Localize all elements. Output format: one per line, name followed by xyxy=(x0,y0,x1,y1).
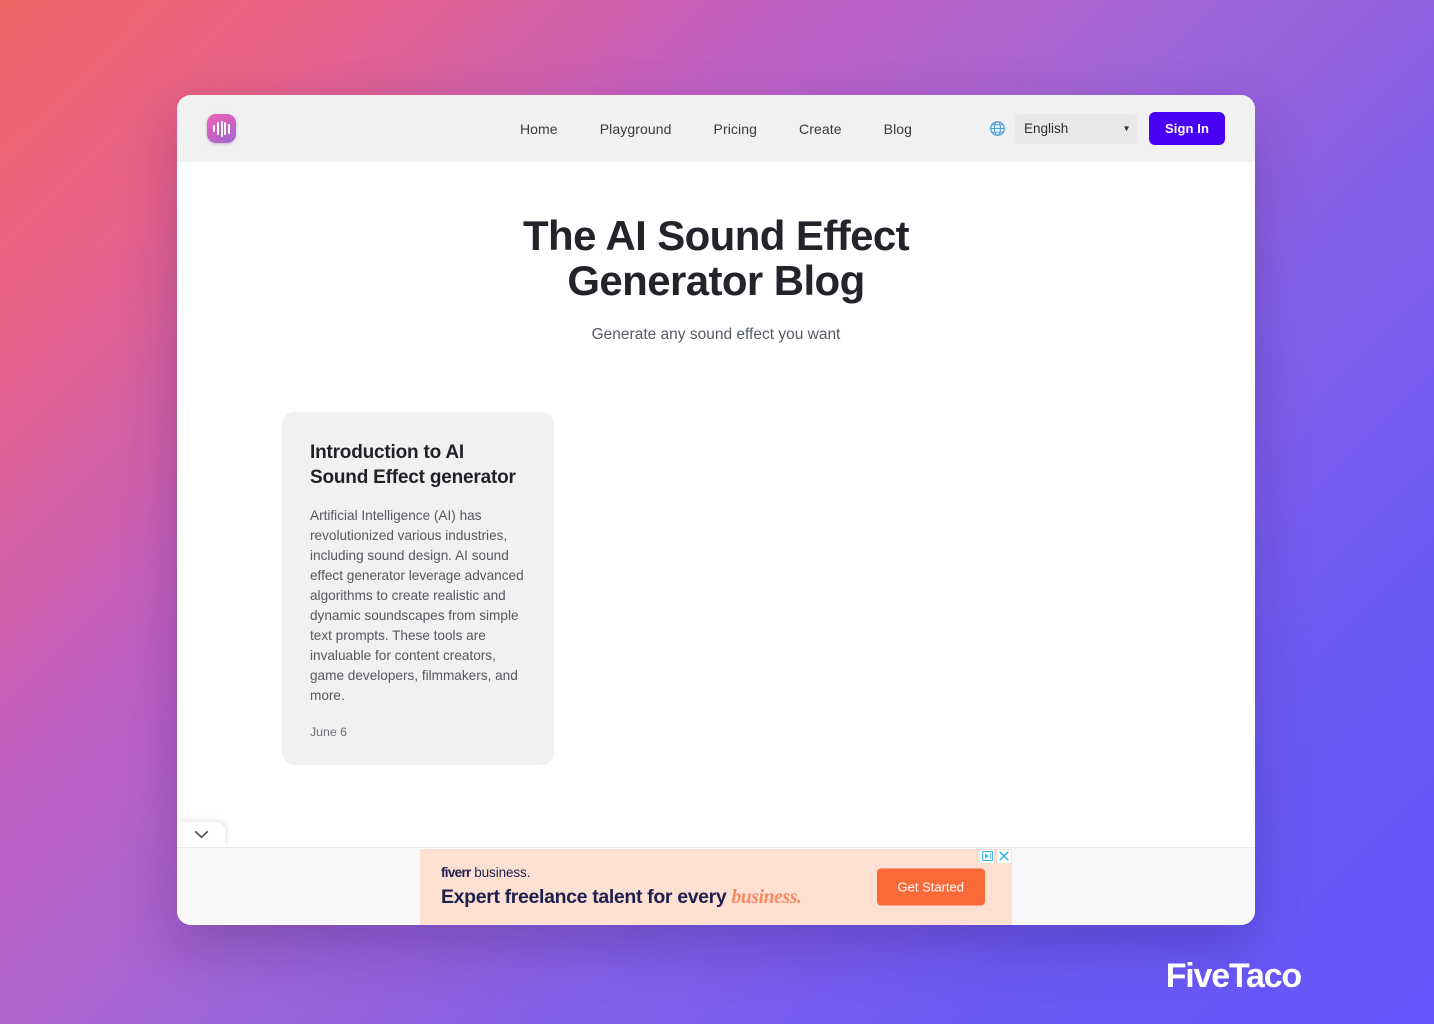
nav-item-blog[interactable]: Blog xyxy=(884,121,912,137)
adchoices-icon[interactable] xyxy=(980,849,994,863)
language-select[interactable]: English xyxy=(1014,113,1137,144)
logo-bar-5 xyxy=(227,123,230,134)
ad-brand: fiverr business. xyxy=(441,864,802,880)
blog-post-card[interactable]: Introduction to AI Sound Effect generato… xyxy=(282,411,554,765)
ad-creative[interactable]: fiverr business. Expert freelance talent… xyxy=(420,848,1012,925)
fiverr-wordmark: fiverr xyxy=(441,864,471,880)
nav-item-pricing[interactable]: Pricing xyxy=(714,121,758,137)
globe-icon xyxy=(990,121,1005,136)
ad-headline-accent: business. xyxy=(731,887,802,908)
page-title: The AI Sound Effect Generator Blog xyxy=(456,213,976,304)
page-subtitle: Generate any sound effect you want xyxy=(591,325,841,343)
site-header: Home Playground Pricing Create Blog Engl… xyxy=(177,95,1255,162)
hero-section: The AI Sound Effect Generator Blog Gener… xyxy=(177,162,1255,344)
sound-wave-logo[interactable] xyxy=(207,114,236,143)
logo-bar-1 xyxy=(213,125,216,132)
page-body: The AI Sound Effect Generator Blog Gener… xyxy=(177,162,1255,847)
language-selector: English ▾ xyxy=(989,113,1137,144)
logo-bar-3 xyxy=(220,120,223,137)
ad-controls xyxy=(980,849,1011,863)
fivetaco-watermark: FiveTaco xyxy=(1165,957,1302,995)
ad-copy: fiverr business. Expert freelance talent… xyxy=(420,864,802,908)
blog-post-title: Introduction to AI Sound Effect generato… xyxy=(310,441,516,489)
language-select-shell: English ▾ xyxy=(1014,113,1137,144)
header-right-group: English ▾ Sign In xyxy=(989,112,1225,145)
browser-window: Home Playground Pricing Create Blog Engl… xyxy=(177,95,1255,925)
nav-item-home[interactable]: Home xyxy=(520,121,558,137)
collapse-panel-tab[interactable] xyxy=(177,822,225,847)
page-title-line-2: Generator Blog xyxy=(567,257,865,305)
ad-headline: Expert freelance talent for every busine… xyxy=(441,886,802,908)
blog-post-date: June 6 xyxy=(310,724,347,739)
blog-post-grid: Introduction to AI Sound Effect generato… xyxy=(177,411,1255,765)
chevron-down-icon xyxy=(194,830,208,839)
close-icon[interactable] xyxy=(997,849,1011,863)
ad-bar: fiverr business. Expert freelance talent… xyxy=(177,847,1255,925)
nav-item-create[interactable]: Create xyxy=(799,121,842,137)
nav-item-playground[interactable]: Playground xyxy=(600,121,672,137)
logo-bar-2 xyxy=(216,122,219,135)
ad-brand-suffix: business. xyxy=(470,864,531,880)
sign-in-button[interactable]: Sign In xyxy=(1148,112,1225,145)
page-title-line-1: The AI Sound Effect xyxy=(522,212,910,259)
logo-bar-4 xyxy=(224,122,227,135)
ad-headline-main: Expert freelance talent for every xyxy=(441,886,732,908)
get-started-button[interactable]: Get Started xyxy=(876,868,985,905)
blog-post-excerpt: Artificial Intelligence (AI) has revolut… xyxy=(310,508,524,703)
